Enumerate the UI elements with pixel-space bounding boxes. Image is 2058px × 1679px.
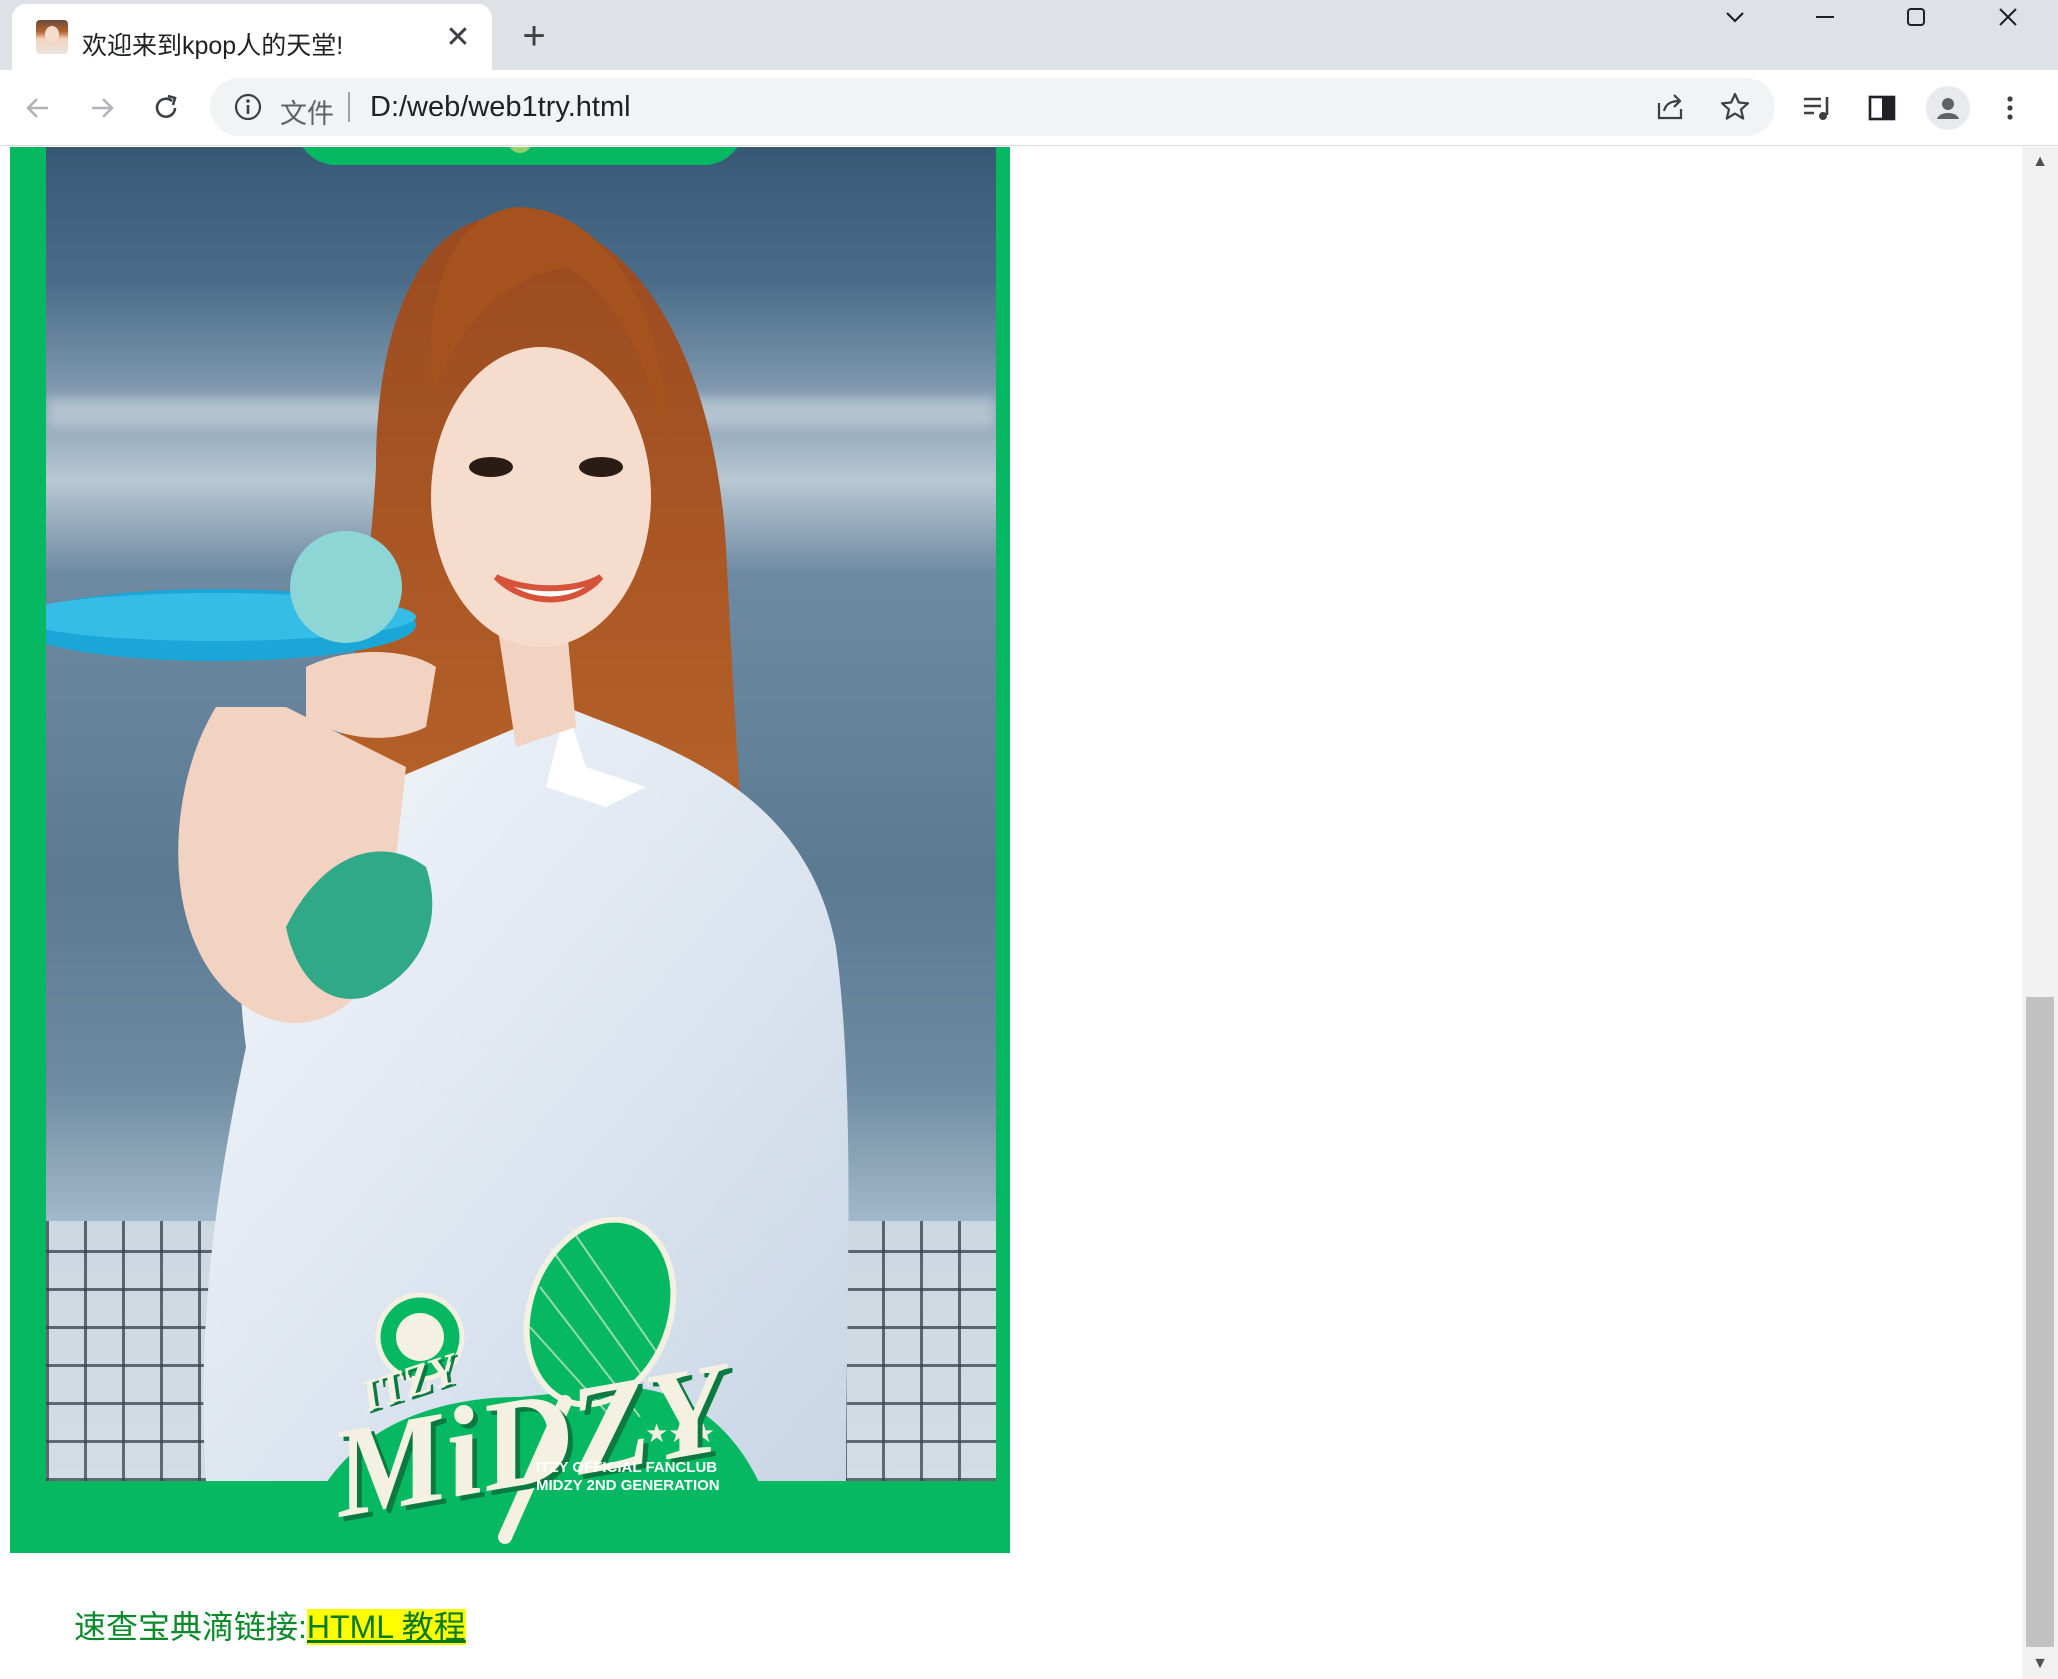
reload-icon[interactable] [146, 88, 186, 128]
address-bar[interactable]: 文件 D:/web/web1try.html [210, 78, 1775, 136]
tab-title: 欢迎来到kpop人的天堂! [82, 32, 344, 60]
window-close-icon[interactable] [1973, 0, 2043, 34]
link-line: 速查宝典滴链接:HTML 教程 [74, 1602, 466, 1648]
scroll-thumb[interactable] [2026, 997, 2054, 1647]
tab-strip: 欢迎来到kpop人的天堂! ✕ + [0, 0, 2058, 70]
bookmark-star-icon[interactable] [1715, 87, 1755, 127]
card-top-tab [296, 147, 744, 165]
midzy-logo: ★★★ ITZY MiDZY ITZY OFFICIAL FANCLUB MID… [300, 1217, 780, 1547]
minimize-icon[interactable] [1790, 0, 1860, 34]
back-icon[interactable] [18, 88, 58, 128]
html-tutorial-link[interactable]: HTML 教程 [306, 1609, 466, 1645]
forward-icon[interactable] [82, 88, 122, 128]
active-tab[interactable]: 欢迎来到kpop人的天堂! ✕ [12, 4, 492, 70]
maximize-icon[interactable] [1881, 0, 1951, 34]
link-prefix-text: 速查宝典滴链接: [74, 1609, 307, 1645]
menu-kebab-icon[interactable] [1990, 88, 2030, 128]
logo-caption-line-1: ITZY OFFICIAL FANCLUB [536, 1459, 718, 1476]
share-icon[interactable] [1650, 87, 1690, 127]
page-viewport: ★★★ ITZY MiDZY ITZY OFFICIAL FANCLUB MID… [0, 147, 2022, 1679]
new-tab-button[interactable]: + [514, 16, 554, 56]
address-scheme-label: 文件 [280, 99, 334, 129]
address-url[interactable]: D:/web/web1try.html [370, 91, 631, 124]
scroll-up-arrow-icon[interactable]: ▲ [2022, 147, 2058, 177]
media-control-icon[interactable] [1798, 88, 1838, 128]
vertical-scrollbar[interactable]: ▲ ▼ [2022, 147, 2058, 1679]
site-info-icon[interactable] [232, 91, 264, 123]
browser-toolbar: 文件 D:/web/web1try.html [0, 70, 2058, 146]
side-panel-icon[interactable] [1862, 88, 1902, 128]
profile-avatar-icon[interactable] [1926, 86, 1970, 130]
tab-favicon [36, 20, 68, 54]
address-separator [348, 92, 350, 122]
tab-search-chevron-down-icon[interactable] [1700, 0, 1770, 34]
photo-card-frame: ★★★ ITZY MiDZY ITZY OFFICIAL FANCLUB MID… [10, 147, 1010, 1553]
logo-caption-line-2: MIDZY 2ND GENERATION [536, 1477, 720, 1494]
tab-close-icon[interactable]: ✕ [442, 22, 474, 54]
scroll-down-arrow-icon[interactable]: ▼ [2022, 1649, 2058, 1679]
